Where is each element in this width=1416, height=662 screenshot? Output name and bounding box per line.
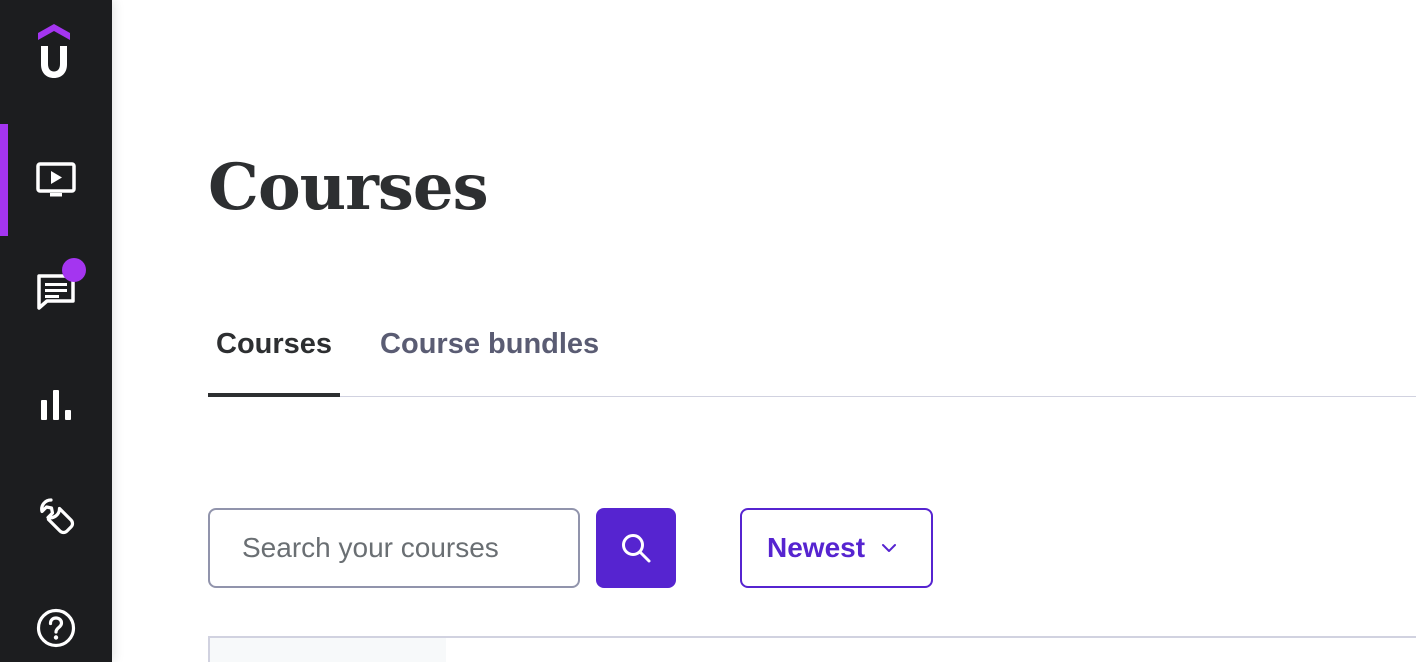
tab-bar: Courses Course bundles [208, 316, 1416, 397]
tab-course-bundles[interactable]: Course bundles [372, 316, 607, 396]
video-player-icon [34, 158, 78, 202]
notification-dot [62, 258, 86, 282]
main-content: Courses Courses Course bundles Newest [208, 0, 1416, 662]
app-root: Courses Courses Course bundles Newest [0, 0, 1416, 662]
wrench-icon [34, 494, 78, 538]
page-title: Courses [208, 150, 489, 225]
course-list [208, 636, 1416, 662]
help-circle-icon [34, 606, 78, 650]
sidebar-item-help[interactable] [0, 572, 112, 662]
udemy-logo-icon[interactable] [38, 24, 70, 80]
sidebar-item-courses[interactable] [0, 124, 112, 236]
tab-courses[interactable]: Courses [208, 316, 341, 397]
course-toolbar: Newest [208, 508, 933, 588]
search-button[interactable] [596, 508, 676, 588]
sort-selected-value: Newest [767, 532, 866, 563]
search-input[interactable] [208, 508, 580, 588]
sidebar-item-communication[interactable] [0, 236, 112, 348]
course-thumbnail[interactable] [210, 638, 446, 662]
sidebar-item-tools[interactable] [0, 460, 112, 572]
sidebar-item-performance[interactable] [0, 348, 112, 460]
chevron-down-icon [881, 543, 897, 553]
sort-dropdown[interactable]: Newest [740, 508, 933, 588]
message-icon [34, 258, 86, 314]
bar-chart-icon [34, 382, 78, 426]
sidebar [0, 0, 112, 662]
tab-label: Course bundles [380, 328, 600, 360]
search-icon [620, 532, 652, 564]
tab-label: Courses [216, 328, 333, 360]
